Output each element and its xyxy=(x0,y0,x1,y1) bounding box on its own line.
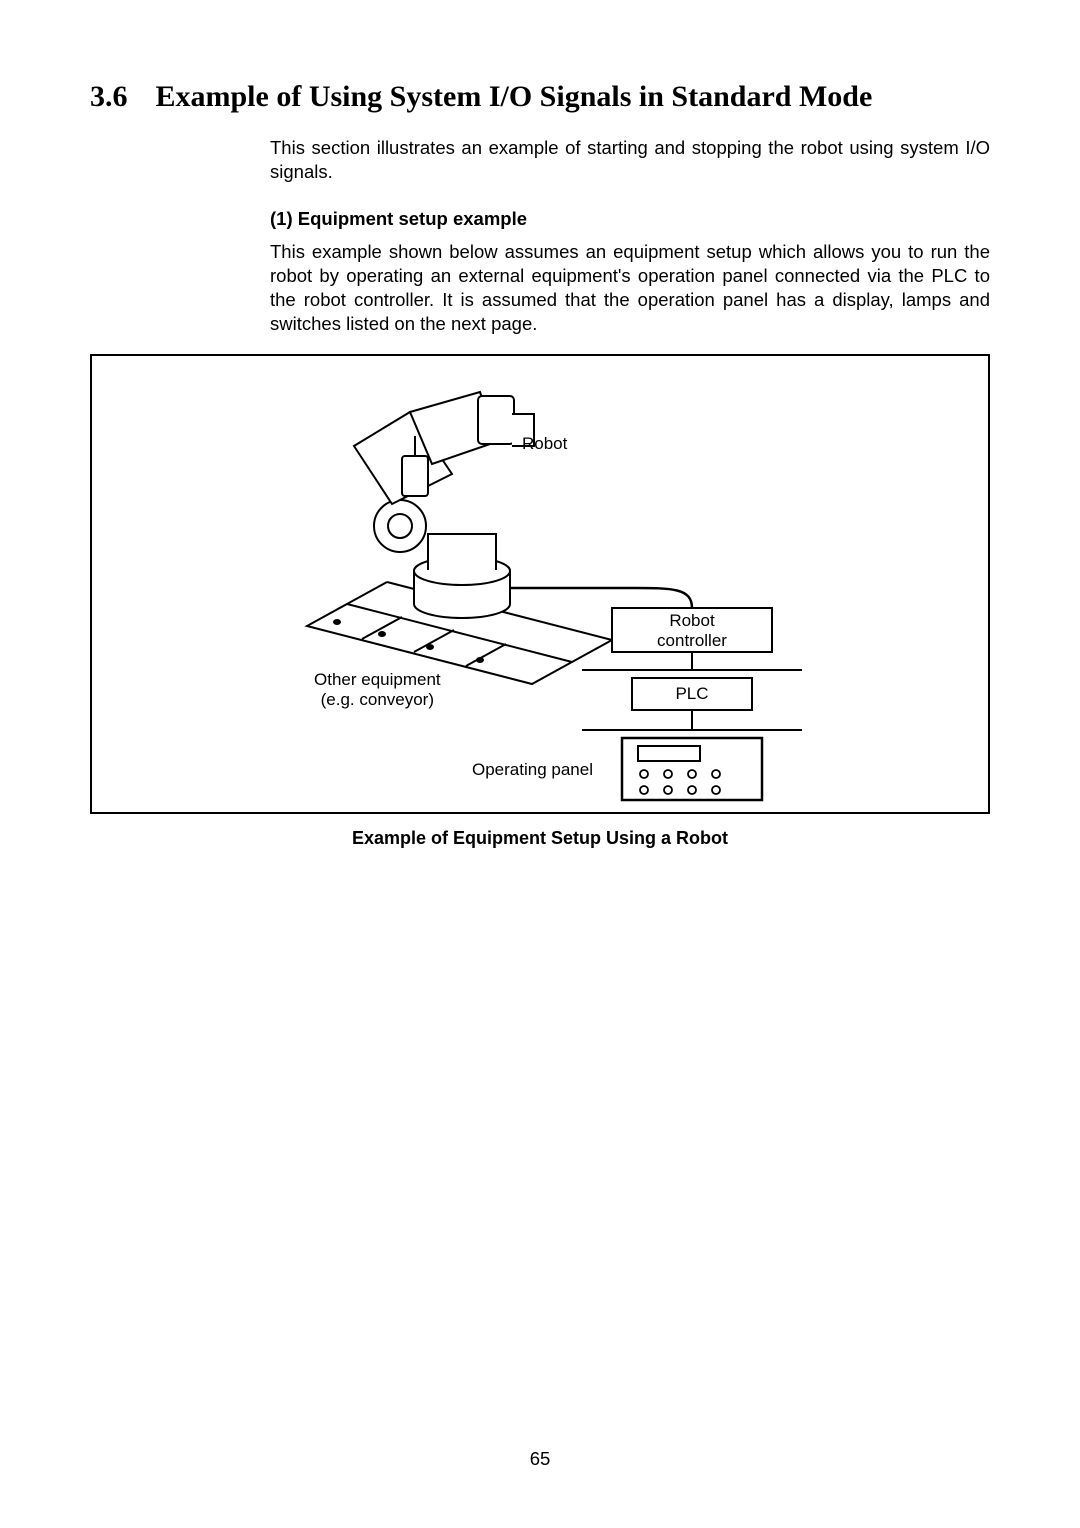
section-number: 3.6 xyxy=(90,80,128,114)
label-robot: Robot xyxy=(522,434,567,454)
label-other-equipment: Other equipment (e.g. conveyor) xyxy=(314,670,441,709)
equipment-diagram-svg xyxy=(92,356,988,812)
label-other-line2: (e.g. conveyor) xyxy=(321,690,434,709)
label-controller-line2: controller xyxy=(657,631,727,650)
label-plc: PLC xyxy=(632,684,752,704)
page: 3.6 Example of Using System I/O Signals i… xyxy=(0,0,1080,1528)
intro-paragraph: This section illustrates an example of s… xyxy=(270,136,990,184)
label-other-line1: Other equipment xyxy=(314,670,441,689)
subsection-paragraph: This example shown below assumes an equi… xyxy=(270,240,990,336)
figure-caption: Example of Equipment Setup Using a Robot xyxy=(90,828,990,849)
section-title: Example of Using System I/O Signals in S… xyxy=(156,80,873,113)
figure-box: Robot Robot controller PLC Operating pan… xyxy=(90,354,990,814)
page-number: 65 xyxy=(0,1448,1080,1470)
subsection-heading: (1) Equipment setup example xyxy=(270,208,990,230)
label-controller: Robot controller xyxy=(632,611,752,650)
section-heading: 3.6 Example of Using System I/O Signals i… xyxy=(90,80,990,114)
label-panel: Operating panel xyxy=(472,760,593,780)
label-controller-line1: Robot xyxy=(669,611,714,630)
